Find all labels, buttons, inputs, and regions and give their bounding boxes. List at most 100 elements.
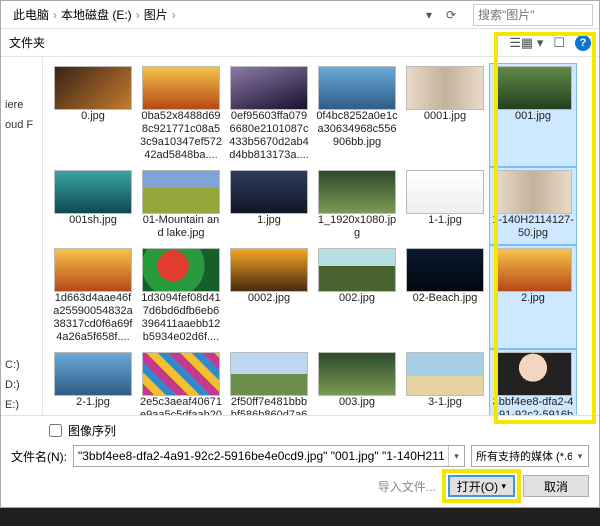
file-caption: 2-1.jpg (52, 396, 134, 409)
file-item[interactable]: 2-1.jpg (49, 349, 137, 415)
file-caption: 0ef95603ffa0796680e2101087c433b5670d2ab4… (228, 110, 310, 162)
file-caption: 0ba52x8488d698c921771c08a53c9a10347ef572… (140, 110, 222, 162)
file-open-dialog: 此电脑 › 本地磁盘 (E:) › 图片 › ▾ ⟳ 文件夹 ☰▦ ▾ ☐ ? … (0, 0, 600, 508)
file-thumbnail (318, 170, 396, 214)
file-item[interactable]: 0ef95603ffa0796680e2101087c433b5670d2ab4… (225, 63, 313, 167)
file-caption: 0f4bc8252a0e1ca30634968c556906bb.jpg (316, 110, 398, 149)
file-caption: 02-Beach.jpg (404, 292, 486, 305)
sidebar-item[interactable] (1, 255, 42, 275)
file-item[interactable]: 0002.jpg (225, 245, 313, 349)
file-thumbnail (54, 352, 132, 396)
file-caption: 01-Mountain and lake.jpg (140, 214, 222, 240)
file-item[interactable]: 3-1.jpg (401, 349, 489, 415)
chevron-down-icon: ▾ (501, 481, 506, 492)
file-item[interactable]: 1d663d4aae46fa25590054832a38317cd0f6a69f… (49, 245, 137, 349)
sidebar-item[interactable] (1, 295, 42, 315)
file-caption: 001sh.jpg (52, 214, 134, 227)
file-caption: 0002.jpg (228, 292, 310, 305)
file-item[interactable]: 01-Mountain and lake.jpg (137, 167, 225, 245)
sidebar-item[interactable] (1, 315, 42, 335)
image-sequence-checkbox[interactable] (49, 424, 62, 437)
view-mode-icon[interactable]: ☰▦ ▾ (509, 35, 543, 51)
search-input[interactable] (478, 8, 600, 22)
sidebar-item[interactable]: iere (1, 95, 42, 115)
chevron-down-icon[interactable]: ▾ (448, 446, 464, 466)
file-thumbnail (142, 248, 220, 292)
import-files-link[interactable]: 导入文件... (378, 478, 436, 495)
filename-combo[interactable]: ▾ (73, 445, 465, 467)
file-item[interactable]: 1.jpg (225, 167, 313, 245)
file-caption: 3-1.jpg (404, 396, 486, 409)
file-thumbnail (494, 352, 572, 396)
breadcrumb-sep: › (172, 8, 176, 22)
file-item[interactable]: 1d3094fef08d417d6bd6dfb6eb6396411aaebb12… (137, 245, 225, 349)
file-thumbnail (54, 66, 132, 110)
breadcrumb-seg[interactable]: 此电脑 (13, 6, 49, 23)
file-caption: 2e5c3aeaf40671e9aa5c5dfaab20e9e16c8d2e54… (140, 396, 222, 415)
file-caption: 1-1.jpg (404, 214, 486, 227)
filename-input[interactable] (74, 449, 448, 463)
file-item[interactable]: 0f4bc8252a0e1ca30634968c556906bb.jpg (313, 63, 401, 167)
breadcrumb-dropdown-icon[interactable]: ▾ (419, 5, 439, 25)
cancel-button[interactable]: 取消 (523, 475, 589, 497)
sidebar-item[interactable] (1, 275, 42, 295)
file-thumbnail (230, 352, 308, 396)
file-item[interactable]: 3bbf4ee8-dfa2-4a91-92c2-5916be4e0cd9.jpg (489, 349, 577, 415)
file-thumbnail (142, 66, 220, 110)
image-sequence-label: 图像序列 (68, 422, 116, 439)
sidebar-item[interactable]: C:) (1, 355, 42, 375)
toolbar: 文件夹 ☰▦ ▾ ☐ ? (1, 29, 599, 57)
refresh-icon[interactable]: ⟳ (441, 5, 461, 25)
file-thumbnail (494, 170, 572, 214)
filter-text: 所有支持的媒体 (*.64;*.3G2;* (476, 448, 572, 464)
file-thumbnail (406, 352, 484, 396)
search-box[interactable] (473, 4, 593, 26)
file-thumbnail (54, 170, 132, 214)
breadcrumb-seg[interactable]: 图片 (144, 6, 168, 23)
file-item[interactable]: 001.jpg (489, 63, 577, 167)
file-thumbnail (494, 248, 572, 292)
file-thumbnail (230, 170, 308, 214)
file-item[interactable]: 002.jpg (313, 245, 401, 349)
file-item[interactable]: 1_1920x1080.jpg (313, 167, 401, 245)
file-item[interactable]: 1-1.jpg (401, 167, 489, 245)
view-details-icon[interactable]: ☐ (553, 35, 565, 51)
file-item[interactable]: 2e5c3aeaf40671e9aa5c5dfaab20e9e16c8d2e54… (137, 349, 225, 415)
file-thumbnail (318, 66, 396, 110)
file-thumbnail (494, 66, 572, 110)
help-icon[interactable]: ? (575, 35, 591, 51)
file-caption: 1d3094fef08d417d6bd6dfb6eb6396411aaebb12… (140, 292, 222, 344)
file-item[interactable]: 1-140H2114127-50.jpg (489, 167, 577, 245)
sidebar-item[interactable] (1, 335, 42, 355)
breadcrumb[interactable]: 此电脑 › 本地磁盘 (E:) › 图片 › (7, 6, 415, 23)
file-item[interactable]: 0001.jpg (401, 63, 489, 167)
sidebar-item[interactable]: oud F (1, 115, 42, 135)
breadcrumb-seg[interactable]: 本地磁盘 (E:) (61, 6, 132, 23)
sidebar-item[interactable]: E:) (1, 395, 42, 415)
open-button[interactable]: 打开(O) ▾ (448, 475, 515, 497)
chevron-down-icon[interactable]: ▾ (572, 446, 588, 466)
file-caption: 2f50ff7e481bbbbf586b860d7a698683d950973e… (228, 396, 310, 415)
sidebar: iereoud F C:)D:)E:) (1, 57, 43, 415)
file-thumbnail (142, 170, 220, 214)
file-caption: 1.jpg (228, 214, 310, 227)
file-item[interactable]: 003.jpg (313, 349, 401, 415)
file-item[interactable]: 2f50ff7e481bbbbf586b860d7a698683d950973e… (225, 349, 313, 415)
new-folder-label[interactable]: 文件夹 (9, 34, 45, 51)
file-thumbnail (142, 352, 220, 396)
filename-label: 文件名(N): (11, 448, 67, 465)
file-item[interactable]: 0.jpg (49, 63, 137, 167)
file-item[interactable]: 02-Beach.jpg (401, 245, 489, 349)
file-thumbnail (406, 248, 484, 292)
sidebar-item[interactable]: D:) (1, 375, 42, 395)
breadcrumb-sep: › (53, 8, 57, 22)
file-item[interactable]: 001sh.jpg (49, 167, 137, 245)
file-caption: 2.jpg (492, 292, 574, 305)
file-item[interactable]: 0ba52x8488d698c921771c08a53c9a10347ef572… (137, 63, 225, 167)
file-thumbnail (230, 248, 308, 292)
file-caption: 1d663d4aae46fa25590054832a38317cd0f6a69f… (52, 292, 134, 344)
file-type-filter[interactable]: 所有支持的媒体 (*.64;*.3G2;* ▾ (471, 445, 589, 467)
file-caption: 001.jpg (492, 110, 574, 123)
file-thumbnail (406, 66, 484, 110)
file-item[interactable]: 2.jpg (489, 245, 577, 349)
